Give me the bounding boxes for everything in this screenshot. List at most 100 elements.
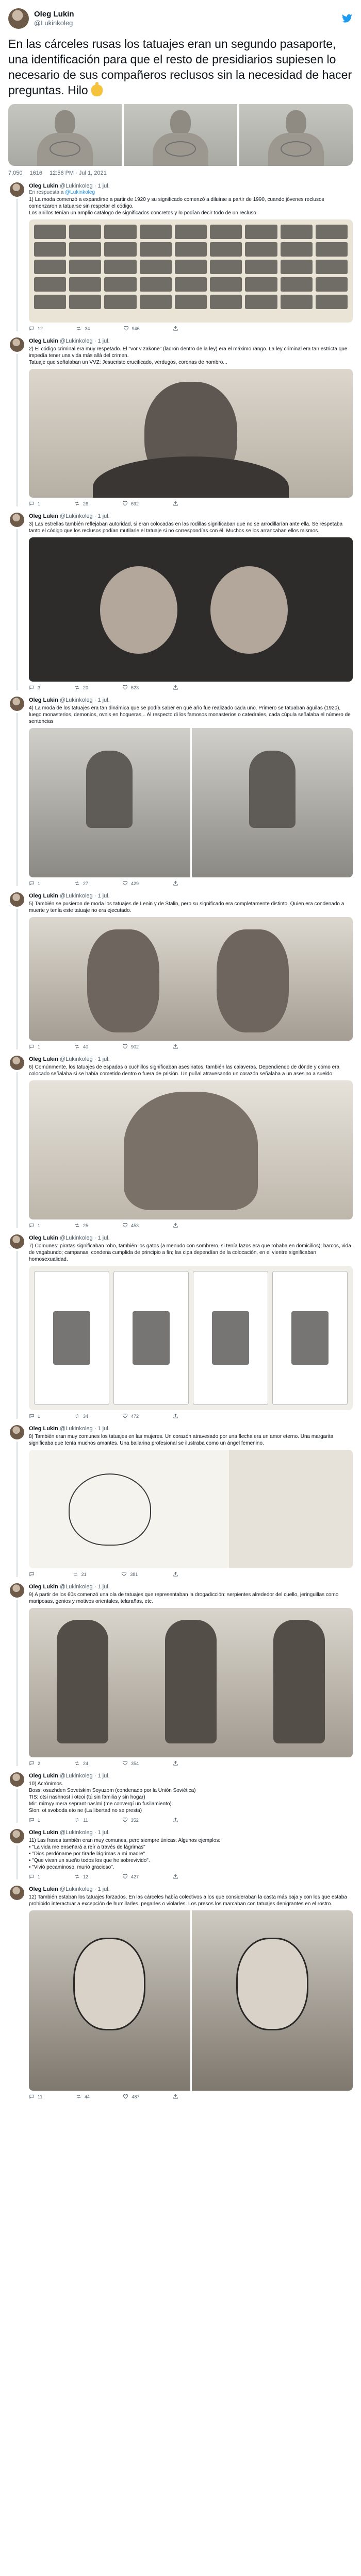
author-name[interactable]: Oleg Lukin (29, 1886, 58, 1892)
like-button[interactable]: 381 (121, 1571, 138, 1577)
share-button[interactable] (173, 1413, 178, 1419)
like-button[interactable]: 352 (122, 1817, 139, 1823)
tweet-photo[interactable] (29, 1450, 353, 1568)
author-handle[interactable]: @Lukinkoleg (60, 1056, 93, 1062)
like-count[interactable]: 7,050 (8, 170, 23, 176)
thread-tweet[interactable]: Oleg Lukin @Lukinkoleg · 1 jul. 11) Las f… (8, 1829, 353, 1879)
retweet-button[interactable]: 20 (74, 685, 88, 690)
tweet-photo[interactable] (29, 728, 353, 877)
author-name[interactable]: Oleg Lukin (29, 697, 58, 703)
author-handle[interactable]: @Lukinkoleg (60, 183, 93, 189)
prisoner-photo-1[interactable] (8, 104, 122, 166)
thread-tweet[interactable]: Oleg Lukin @Lukinkoleg · 1 jul. 12) Tambi… (8, 1886, 353, 2099)
author-name[interactable]: Oleg Lukin (29, 1235, 58, 1241)
author-name[interactable]: Oleg Lukin (29, 1426, 58, 1432)
like-button[interactable]: 692 (122, 501, 139, 506)
author-handle[interactable]: @Lukinkoleg (60, 513, 93, 519)
tweet-date[interactable]: · 1 jul. (94, 697, 110, 703)
author-name[interactable]: Oleg Lukin (29, 893, 58, 899)
thread-tweet[interactable]: Oleg Lukin @Lukinkoleg · 1 jul. 3) Las es… (8, 513, 353, 690)
reply-button[interactable]: 11 (29, 2094, 42, 2099)
thread-tweet[interactable]: Oleg Lukin @Lukinkoleg · 1 jul. 7) Comune… (8, 1234, 353, 1419)
avatar[interactable] (10, 1829, 24, 1843)
tweet-date[interactable]: · 1 jul. (94, 1426, 110, 1432)
author-name[interactable]: Oleg Lukin (29, 513, 58, 519)
tweet-photo[interactable] (29, 1608, 353, 1757)
author-handle[interactable]: @Lukinkoleg (60, 1584, 93, 1590)
avatar[interactable] (10, 337, 24, 352)
reply-button[interactable]: 1 (29, 1223, 40, 1228)
main-tweet-photos[interactable] (8, 104, 353, 166)
tweet-date[interactable]: · 1 jul. (94, 183, 110, 189)
retweet-button[interactable]: 24 (74, 1760, 88, 1766)
retweet-button[interactable]: 26 (74, 501, 88, 506)
retweet-button[interactable]: 11 (74, 1817, 88, 1823)
tweet-photo[interactable] (29, 1266, 353, 1410)
like-button[interactable]: 902 (122, 1044, 139, 1049)
thread-tweet[interactable]: Oleg Lukin @Lukinkoleg · 1 jul. 4) La mod… (8, 697, 353, 886)
tweet-date[interactable]: · 1 jul. (94, 893, 110, 899)
avatar[interactable] (10, 892, 24, 907)
author-name[interactable]: Oleg Lukin (29, 1056, 58, 1062)
thread-tweet[interactable]: Oleg Lukin @Lukinkoleg · 1 jul. 8) Tambié… (8, 1425, 353, 1577)
thread-tweet[interactable]: Oleg Lukin @Lukinkoleg · 1 jul. 2) El cód… (8, 337, 353, 506)
like-button[interactable]: 453 (122, 1223, 139, 1228)
share-button[interactable] (173, 685, 178, 690)
reply-button[interactable] (29, 1571, 38, 1577)
author-name[interactable]: Oleg Lukin (29, 183, 58, 189)
avatar[interactable] (10, 1583, 24, 1598)
avatar[interactable] (10, 1886, 24, 1900)
share-button[interactable] (173, 2094, 178, 2099)
retweet-button[interactable]: 34 (74, 1413, 88, 1419)
reply-button[interactable]: 1 (29, 1413, 40, 1419)
author-handle[interactable]: @Lukinkoleg (60, 697, 93, 703)
tweet-date[interactable]: · 1 jul. (94, 513, 110, 519)
share-button[interactable] (173, 1817, 178, 1823)
tweet-photo[interactable] (29, 219, 353, 323)
author-handle[interactable]: @Lukinkoleg (60, 1829, 93, 1836)
like-button[interactable]: 487 (123, 2094, 139, 2099)
author-handle[interactable]: @Lukinkoleg (60, 1426, 93, 1432)
retweet-button[interactable]: 25 (74, 1223, 88, 1228)
author-handle[interactable]: @Lukinkoleg (34, 19, 341, 27)
share-button[interactable] (173, 1223, 178, 1228)
avatar[interactable] (10, 697, 24, 711)
tweet-photo[interactable] (29, 1910, 353, 2091)
tweet-date[interactable]: · 1 jul. (94, 1773, 110, 1779)
prisoner-photo-3[interactable] (239, 104, 353, 166)
like-button[interactable]: 472 (122, 1413, 139, 1419)
reply-handle-link[interactable]: @Lukinkoleg (65, 190, 95, 195)
avatar[interactable] (10, 513, 24, 527)
reply-button[interactable]: 1 (29, 880, 40, 886)
thread-tweet[interactable]: Oleg Lukin @Lukinkoleg · 1 jul. 9) A part… (8, 1583, 353, 1766)
author-name[interactable]: Oleg Lukin (29, 1773, 58, 1779)
avatar[interactable] (10, 1425, 24, 1439)
share-button[interactable] (173, 501, 178, 506)
tweet-photo[interactable] (29, 369, 353, 498)
share-button[interactable] (173, 1571, 178, 1577)
author-handle[interactable]: @Lukinkoleg (60, 893, 93, 899)
reply-button[interactable]: 1 (29, 1817, 40, 1823)
retweet-button[interactable]: 34 (76, 326, 90, 331)
share-button[interactable] (173, 326, 178, 331)
share-button[interactable] (173, 1874, 178, 1879)
retweet-button[interactable]: 21 (73, 1571, 87, 1577)
tweet-date[interactable]: · 1 jul. (94, 1584, 110, 1590)
like-button[interactable]: 354 (122, 1760, 139, 1766)
thread-tweet[interactable]: Oleg Lukin @Lukinkoleg · 1 jul. 5) Tambié… (8, 892, 353, 1049)
reply-button[interactable]: 12 (29, 326, 43, 331)
tweet-photo[interactable] (29, 1080, 353, 1219)
author-handle[interactable]: @Lukinkoleg (60, 1235, 93, 1241)
reply-button[interactable]: 1 (29, 1874, 40, 1879)
avatar[interactable] (10, 182, 24, 197)
avatar[interactable] (10, 1056, 24, 1070)
author-name[interactable]: Oleg Lukin (29, 338, 58, 344)
reply-count[interactable]: 1616 (30, 170, 42, 176)
tweet-date[interactable]: · 1 jul. (94, 1829, 110, 1836)
reply-button[interactable]: 1 (29, 501, 40, 506)
like-button[interactable]: 429 (122, 880, 139, 886)
retweet-button[interactable]: 12 (74, 1874, 88, 1879)
thread-tweet[interactable]: Oleg Lukin @Lukinkoleg · 1 jul. 10) Acrón… (8, 1772, 353, 1823)
reply-button[interactable]: 3 (29, 685, 40, 690)
avatar[interactable] (10, 1234, 24, 1249)
